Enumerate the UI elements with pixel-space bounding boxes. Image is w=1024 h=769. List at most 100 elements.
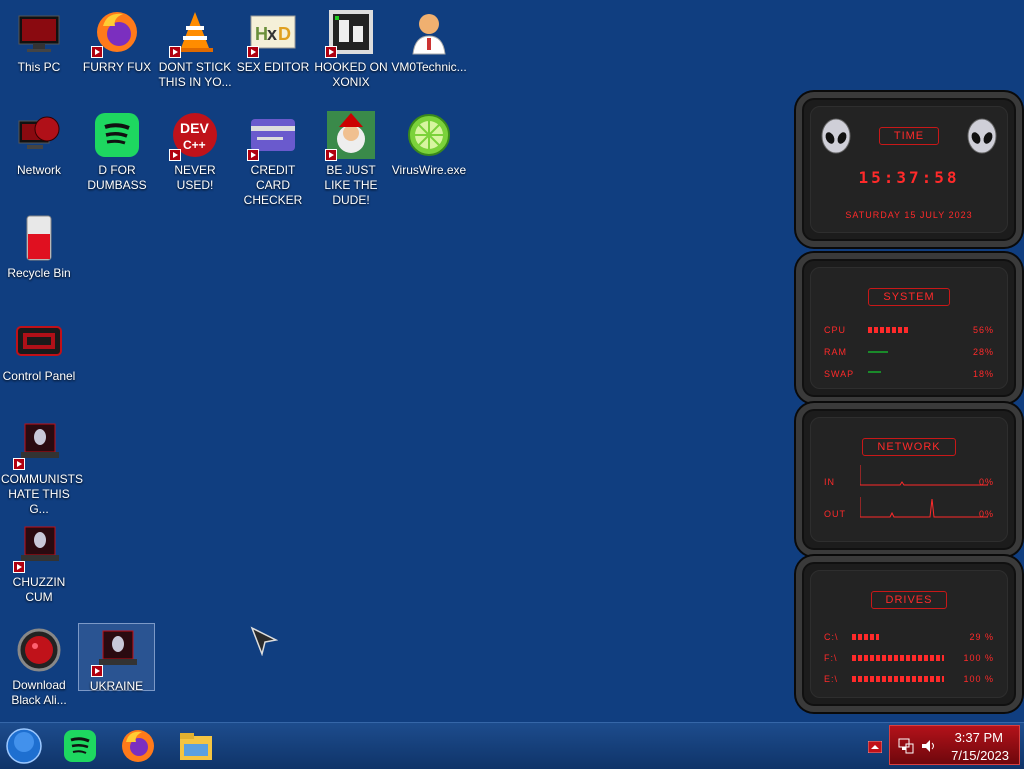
network-in-row: IN 0% [824,465,994,491]
firefox-icon [122,730,154,762]
desktop-icon-chuzzin[interactable]: CHUZZIN CUM [0,517,78,605]
time-gadget[interactable]: TIME 15:37:58 Saturday 15 July 2023 [796,92,1022,247]
taskbar-clock-date[interactable]: 7/15/2023 [951,748,1009,763]
drive-f-label: F:\ [824,653,838,663]
network-gadget[interactable]: NETWORK IN 0% OUT 0% [796,403,1022,556]
desktop-icon-vm0technic[interactable]: VM0Technic... [390,2,468,75]
drives-gadget[interactable]: DRIVES C:\ 29 % F:\ 100 % E:\ 100 % [796,556,1022,712]
cpu-meter [868,327,909,333]
mouse-cursor-icon [250,626,279,661]
network-status-icon[interactable] [898,738,914,759]
taskbar-file-explorer-button[interactable] [178,728,214,764]
taskbar-firefox-button[interactable] [120,728,156,764]
desktop-icon-this-pc[interactable]: This PC [0,2,78,75]
system-gadget-title: SYSTEM [868,288,950,306]
svg-text:C++: C++ [183,138,206,152]
icon-label: VirusWire.exe [391,163,467,177]
desktop-icon-dont-stick[interactable]: DONT STICK THIS IN YO... [156,2,234,90]
drives-gadget-title: DRIVES [870,591,948,609]
drive-f-row: F:\ 100 % [824,653,994,667]
file-explorer-icon [180,733,212,760]
shortcut-badge-icon [247,46,259,58]
shortcut-badge-icon [169,46,181,58]
gadget-clock: 15:37:58 [858,168,960,187]
recycle-bin-icon [15,214,63,262]
icon-label: Network [16,163,61,177]
desktop-icon-ukraine[interactable]: UKRAINE [78,623,155,693]
drive-e-row: E:\ 100 % [824,674,994,688]
desktop-icon-hooked-on-xonix[interactable]: HOOKED ON XONIX [312,2,390,90]
network-in-label: IN [824,477,835,487]
time-gadget-title: TIME [878,127,940,145]
icon-label: This PC [17,60,61,74]
shortcut-badge-icon [169,149,181,161]
icon-label: VM0Technic... [391,60,467,74]
ram-meter [868,351,889,353]
tray-app-icon [867,740,883,754]
network-out-value: 0% [978,509,994,519]
cpu-label: CPU [824,325,847,335]
desktop-icon-be-just-like-the-dude[interactable]: BE JUST LIKE THE DUDE! [312,105,390,208]
desktop-icon-never-used[interactable]: DEV C++ NEVER USED! [156,105,234,193]
desktop-icon-credit-card-checker[interactable]: CREDIT CARD CHECKER [234,105,312,208]
system-tray: 3:37 PM 7/15/2023 [889,725,1020,765]
santa-game-icon [325,111,375,161]
desktop-icon-network[interactable]: Network [0,105,78,178]
swap-value: 18% [972,369,994,379]
alienware-laptop-icon [90,627,141,677]
network-in-value: 0% [978,477,994,487]
shortcut-badge-icon [325,149,337,161]
drive-e-value: 100 % [963,674,994,684]
icon-label: Download Black Ali... [11,678,67,707]
alien-orb-icon [15,626,63,674]
start-orb-icon [6,728,42,764]
svg-text:DEV: DEV [180,120,209,136]
network-out-label: OUT [824,509,846,519]
desktop-icon-download-black-alien[interactable]: Download Black Ali... [0,620,78,708]
icon-label: CREDIT CARD CHECKER [243,163,303,207]
desktop: This PC FURRY FUX DONT STICK THIS IN YO.… [0,0,1024,722]
drive-e-meter [852,676,944,682]
hex-editor-icon: HxD [247,8,297,58]
icon-label: UKRAINE [89,679,144,693]
drive-c-value: 29 % [969,632,994,642]
desktop-icon-furry-fux[interactable]: FURRY FUX [78,2,156,75]
icon-label: CHUZZIN CUM [12,575,66,604]
vlc-cone-icon [169,8,219,58]
start-button[interactable] [6,728,42,764]
control-panel-icon [15,317,63,365]
dev-cpp-icon: DEV C++ [169,111,219,161]
icon-label: HOOKED ON XONIX [314,60,388,89]
spotify-icon [64,730,96,762]
desktop-icon-viruswire[interactable]: VirusWire.exe [390,105,468,178]
drive-c-label: C:\ [824,632,839,642]
shortcut-badge-icon [13,458,25,470]
desktop-icon-d-for-dumbass[interactable]: D FOR DUMBASS [78,105,156,193]
icon-label: D FOR DUMBASS [87,163,147,192]
taskbar-spotify-button[interactable] [62,728,98,764]
desktop-icon-recycle-bin[interactable]: Recycle Bin [0,208,78,281]
spotify-icon [93,111,141,159]
desktop-icon-sex-editor[interactable]: HxD SEX EDITOR [234,2,312,75]
swap-label: SWAP [824,369,855,379]
desktop-icon-control-panel[interactable]: Control Panel [0,311,78,384]
taskbar-clock-time[interactable]: 3:37 PM [955,730,1003,745]
alien-head-icon [966,118,998,159]
icon-label: NEVER USED! [174,163,216,192]
desktop-icon-communists[interactable]: COMMUNISTS HATE THIS G... [0,414,83,517]
drive-c-meter [852,634,879,640]
network-out-graph [860,497,988,518]
alienware-laptop-icon [13,523,63,573]
technician-icon [405,8,453,56]
volume-icon[interactable] [921,738,937,759]
shortcut-badge-icon [91,46,103,58]
ram-value: 28% [972,347,994,357]
show-hidden-icons-button[interactable] [867,740,883,758]
network-gadget-title: NETWORK [862,438,956,456]
network-out-row: OUT 0% [824,497,994,523]
icon-label: COMMUNISTS HATE THIS G... [1,472,83,516]
system-gadget[interactable]: SYSTEM CPU 56% RAM 28% SWAP 18% [796,253,1022,403]
drive-f-meter [852,655,944,661]
firefox-icon [91,8,141,58]
limewire-icon [405,111,453,159]
